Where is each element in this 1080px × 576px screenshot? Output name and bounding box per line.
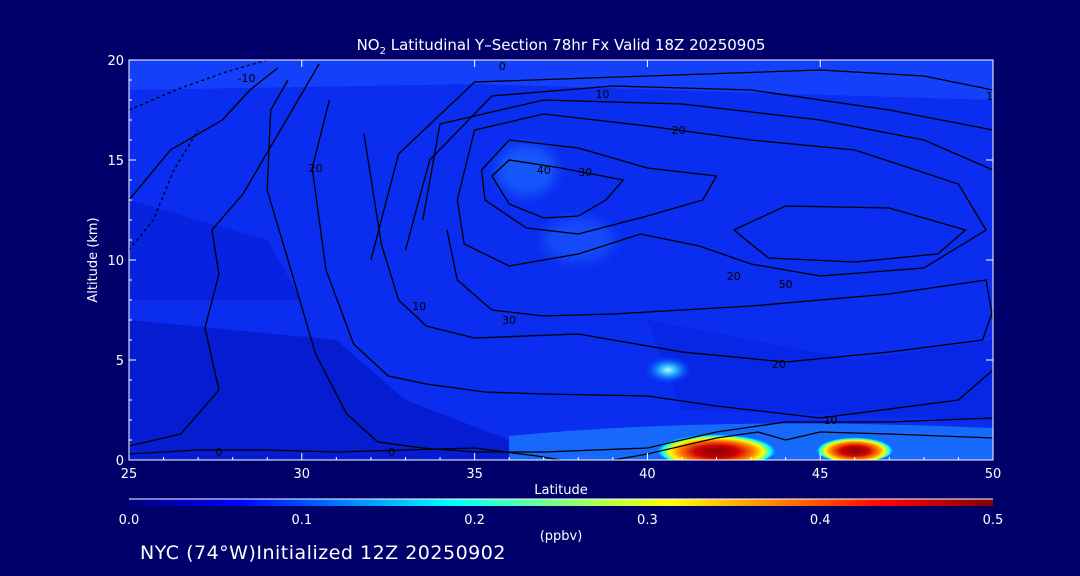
- contour-label-12: 0: [388, 446, 395, 459]
- title-rest: Latitudinal Y–Section 78hr Fx Valid 18Z …: [386, 36, 765, 54]
- colorbar-label: (ppbv): [540, 529, 583, 544]
- x-axis-label: Latitude: [534, 483, 588, 498]
- footer-run-info: NYC (74°W)Initialized 12Z 20250902: [140, 542, 506, 564]
- y-tick-label-10: 10: [107, 254, 124, 269]
- colorbar-tick-label-0.0: 0.0: [119, 513, 140, 528]
- contour-label-1: -10: [238, 72, 256, 85]
- y-tick-label-20: 20: [107, 54, 124, 69]
- colorbar-tick-label-0.4: 0.4: [810, 513, 831, 528]
- y-tick-label-15: 15: [107, 154, 124, 169]
- x-tick-label-45: 45: [812, 467, 829, 482]
- colorbar-gradient: [129, 499, 993, 506]
- contour-label-14: 20: [772, 358, 786, 371]
- colorbar-tick-label-0.2: 0.2: [464, 513, 485, 528]
- contour-label-13: 10: [824, 414, 838, 427]
- contour-label-9: 20: [727, 270, 741, 283]
- contour-label-7: 50: [779, 278, 793, 291]
- y-tick-label-5: 5: [116, 354, 124, 369]
- bright-patch-mid: [542, 218, 615, 262]
- chart: NO2 Latitudinal Y–Section 78hr Fx Valid …: [86, 36, 1004, 544]
- colorbar: 0.0 0.1 0.2 0.3 0.4 0.5: [119, 498, 1004, 528]
- contour-label-16: 20: [309, 162, 323, 175]
- contour-label-10: 30: [502, 314, 516, 327]
- contour-label-6: 40: [537, 164, 551, 177]
- contour-label-11: 0: [215, 446, 222, 459]
- x-tick-label-40: 40: [639, 467, 656, 482]
- contour-label-5: 30: [578, 166, 592, 179]
- x-tick-label-25: 25: [121, 467, 138, 482]
- y-tick-label-0: 0: [116, 454, 124, 469]
- colorbar-tick-label-0.5: 0.5: [983, 513, 1004, 528]
- plot-area: -10010203040501020300 010201020: [129, 60, 993, 460]
- x-tick-label-30: 30: [294, 467, 311, 482]
- x-tick-label-35: 35: [466, 467, 483, 482]
- hotspot-3: [644, 356, 693, 384]
- colorbar-tick-label-0.3: 0.3: [637, 513, 658, 528]
- y-axis-label: Altitude (km): [86, 217, 101, 302]
- chart-title: NO2 Latitudinal Y–Section 78hr Fx Valid …: [357, 36, 766, 57]
- contour-label-3: 10: [595, 88, 609, 101]
- colorbar-tick-label-0.1: 0.1: [291, 513, 312, 528]
- contour-label-15: 10: [412, 300, 426, 313]
- contour-label-4: 20: [672, 124, 686, 137]
- title-main: NO: [357, 36, 380, 54]
- x-tick-label-50: 50: [985, 467, 1002, 482]
- contour-label-2: 0: [499, 60, 506, 73]
